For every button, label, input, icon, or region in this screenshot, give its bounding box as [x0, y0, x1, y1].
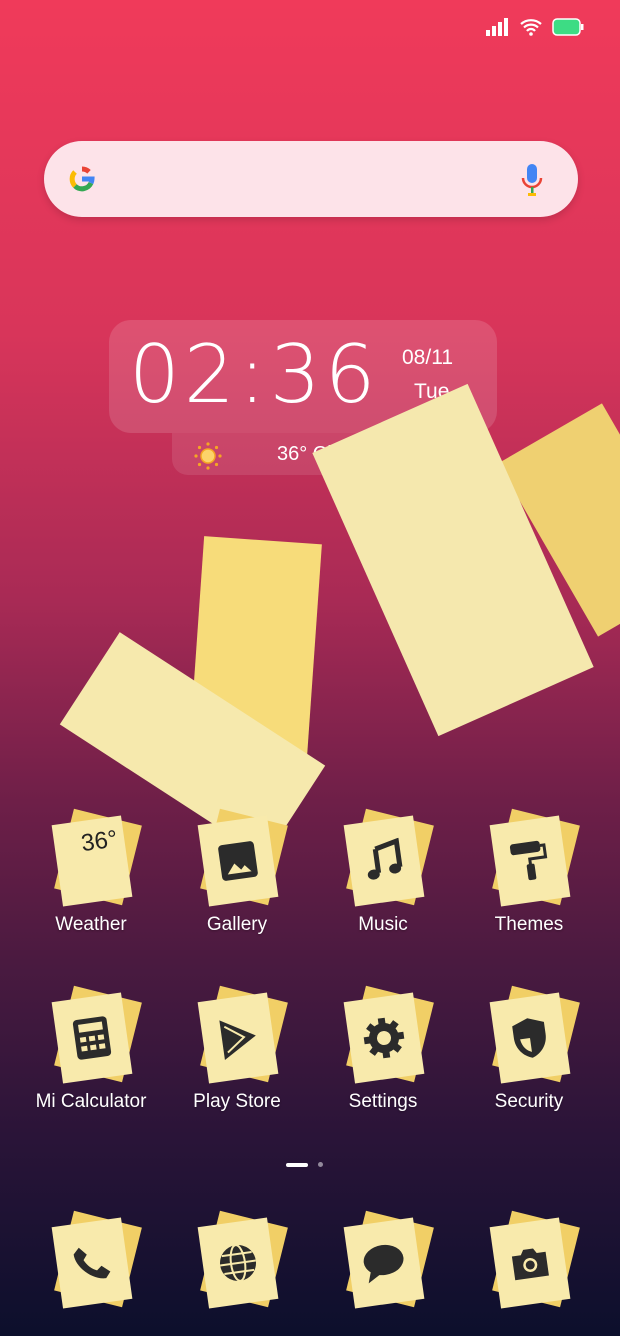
app-mi-calculator[interactable]: Mi Calculator: [18, 985, 164, 1113]
app-settings[interactable]: Settings: [310, 985, 456, 1113]
browser-globe-icon: [220, 1244, 256, 1282]
app-label: Settings: [348, 1091, 418, 1112]
settings-gear-icon: [363, 1017, 405, 1059]
clock-time: 02:36: [129, 328, 380, 421]
app-label: Mi Calculator: [35, 1091, 147, 1112]
dock-messages[interactable]: [310, 1210, 456, 1312]
wifi-icon: [520, 19, 542, 36]
page-dot[interactable]: [318, 1162, 323, 1167]
app-label: Gallery: [206, 914, 268, 935]
app-label: Music: [358, 914, 408, 935]
weather-temp-badge: 36°: [79, 825, 120, 858]
status-bar: [486, 18, 584, 36]
page-indicator[interactable]: [286, 1162, 323, 1167]
dock-phone[interactable]: [18, 1210, 164, 1312]
page-dot-active[interactable]: [286, 1162, 308, 1167]
battery-icon: [552, 18, 584, 36]
app-play-store[interactable]: Play Store: [164, 985, 310, 1113]
app-music[interactable]: Music: [310, 808, 456, 936]
play-store-icon: [219, 1020, 256, 1061]
music-icon: [367, 837, 403, 880]
shield-icon: [512, 1018, 546, 1058]
app-security[interactable]: Security: [456, 985, 602, 1113]
app-themes[interactable]: Themes: [456, 808, 602, 936]
app-gallery[interactable]: Gallery: [164, 808, 310, 936]
app-label: Play Store: [193, 1091, 281, 1112]
calculator-icon: [72, 1016, 112, 1060]
clock-date: 08/11: [402, 346, 453, 369]
sun-icon: [194, 442, 222, 470]
phone-icon: [73, 1247, 111, 1279]
app-label: Themes: [494, 914, 564, 935]
google-logo: [69, 166, 95, 192]
app-weather[interactable]: 36° Weather: [18, 808, 164, 936]
messages-icon: [363, 1244, 404, 1284]
mic-icon[interactable]: [520, 163, 544, 197]
app-label: Weather: [55, 914, 127, 935]
signal-icon: [486, 18, 508, 36]
dock-camera[interactable]: [456, 1210, 602, 1312]
app-label: Security: [494, 1091, 564, 1112]
google-search-bar[interactable]: [44, 141, 578, 217]
dock-browser[interactable]: [164, 1210, 310, 1312]
paint-roller-icon: [509, 840, 548, 881]
gallery-icon: [218, 841, 258, 881]
camera-icon: [511, 1248, 549, 1281]
